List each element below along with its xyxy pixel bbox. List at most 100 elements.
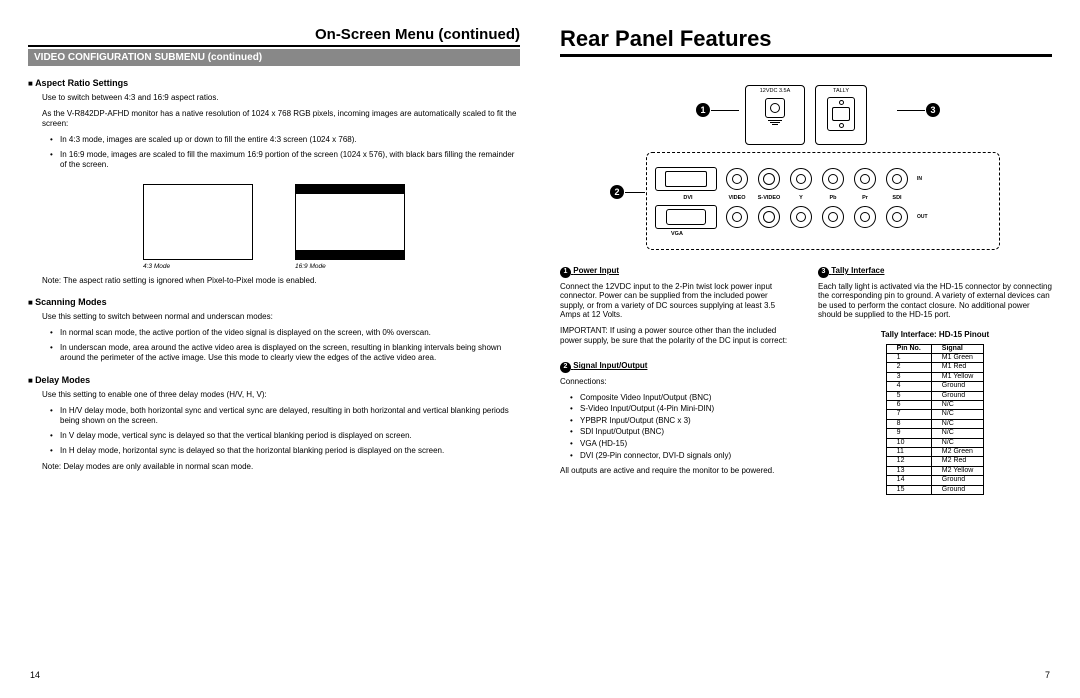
svideo-icon [758,168,780,190]
diagram-16-9 [295,184,405,260]
power-connector-box: 12VDC 3.5A [745,85,805,145]
table-row: 13M2 Yellow [886,466,984,475]
th-signal: Signal [931,344,984,353]
pinout-title: Tally Interface: HD-15 Pinout [818,330,1052,340]
bnc-icon [790,168,812,190]
list-item: In V delay mode, vertical sync is delaye… [50,431,520,441]
table-row: 1M1 Green [886,354,984,363]
delay-heading: Delay Modes [28,375,520,385]
right-page: Rear Panel Features 1 3 2 12VDC 3.5A TAL… [560,24,1052,495]
callout-2-icon: 2 [610,185,624,199]
power-jack-icon [765,98,785,118]
list-item: In normal scan mode, the active portion … [50,328,520,338]
pinout-table: Pin No.Signal 1M1 Green 2M1 Red 3M1 Yell… [886,344,985,495]
list-item: In underscan mode, area around the activ… [50,343,520,363]
aspect-note: Note: The aspect ratio setting is ignore… [42,276,520,285]
power-heading: Power Input [573,266,619,275]
list-item: In 4:3 mode, images are scaled up or dow… [50,135,520,145]
list-item: In H delay mode, horizontal sync is dela… [50,446,520,456]
scanning-intro: Use this setting to switch between norma… [42,312,520,322]
caption-4-3: 4:3 Mode [143,263,253,270]
page-title-left: On-Screen Menu (continued) [28,24,520,45]
delay-bullets: In H/V delay mode, both horizontal sync … [50,406,520,456]
signal-heading: Signal Input/Output [573,361,647,370]
bnc-icon [822,168,844,190]
signal-bullets: Composite Video Input/Output (BNC) S-Vid… [570,393,794,461]
table-row: 12M2 Red [886,457,984,466]
conn-label: S-VIDEO [753,195,785,201]
callout-1-icon: 1 [696,103,710,117]
table-row: 7N/C [886,410,984,419]
conn-label: Y [785,195,817,201]
table-row: 6N/C [886,401,984,410]
ground-icon [768,120,782,130]
list-item: S-Video Input/Output (4-Pin Mini-DIN) [570,404,794,414]
conn-label: DVI [655,195,721,201]
table-row: 5Ground [886,391,984,400]
table-row: 9N/C [886,429,984,438]
rear-panel-diagram: 1 3 2 12VDC 3.5A TALLY [586,85,1026,250]
out-label: OUT [917,214,928,220]
table-row: 11M2 Green [886,447,984,456]
aspect-bullets: In 4:3 mode, images are scaled up or dow… [50,135,520,170]
list-item: In H/V delay mode, both horizontal sync … [50,406,520,426]
conn-label: VIDEO [721,195,753,201]
svideo-icon [758,206,780,228]
tally-heading: Tally Interface [831,266,884,275]
th-pin: Pin No. [886,344,931,353]
delay-note: Note: Delay modes are only available in … [42,462,520,471]
callout-3-badge: 3 [818,267,829,278]
callout-2-badge: 2 [560,362,571,373]
section-title-band: VIDEO CONFIGURATION SUBMENU (continued) [28,45,520,66]
aspect-heading: Aspect Ratio Settings [28,78,520,88]
tally-connector-box: TALLY [815,85,867,145]
conn-label: Pr [849,195,881,201]
scanning-bullets: In normal scan mode, the active portion … [50,328,520,363]
bnc-icon [886,168,908,190]
vga-connector-icon [655,205,717,229]
aspect-intro: Use to switch between 4:3 and 16:9 aspec… [42,93,520,103]
title-rule-right [560,54,1052,57]
table-row: 3M1 Yellow [886,372,984,381]
tally-label: TALLY [833,88,849,94]
page-number-left: 14 [30,670,40,680]
bnc-icon [854,206,876,228]
conn-label: SDI [881,195,913,201]
list-item: YPBPR Input/Output (BNC x 3) [570,416,794,426]
power-p2: IMPORTANT: If using a power source other… [560,326,794,345]
table-row: 2M1 Red [886,363,984,372]
db15-icon [827,97,855,131]
table-row: Pin No.Signal [886,344,984,353]
vga-label: VGA [671,231,991,237]
tally-p1: Each tally light is activated via the HD… [818,282,1052,320]
page-number-right: 7 [1045,670,1050,680]
table-row: 14Ground [886,476,984,485]
power-p1: Connect the 12VDC input to the 2-Pin twi… [560,282,794,320]
callout-3-icon: 3 [926,103,940,117]
scanning-heading: Scanning Modes [28,297,520,307]
diagram-4-3 [143,184,253,260]
signal-p1: Connections: [560,377,794,387]
tally-section: 3 Tally Interface Each tally light is ac… [818,266,1052,495]
bnc-icon [726,168,748,190]
dvi-connector-icon [655,167,717,191]
signal-p2: All outputs are active and require the m… [560,466,794,476]
io-panel: IN DVI VIDEO S-VIDEO Y Pb Pr SDI [646,152,1000,250]
table-row: 10N/C [886,438,984,447]
bnc-icon [886,206,908,228]
bnc-icon [854,168,876,190]
aspect-para: As the V-R842DP-AFHD monitor has a nativ… [42,109,520,129]
caption-16-9: 16:9 Mode [295,263,405,270]
bnc-icon [726,206,748,228]
aspect-diagrams: 4:3 Mode 16:9 Mode [28,184,520,270]
callout-1-badge: 1 [560,267,571,278]
table-row: 8N/C [886,419,984,428]
page-title-right: Rear Panel Features [560,24,1052,54]
table-row: 4Ground [886,382,984,391]
left-page: On-Screen Menu (continued) VIDEO CONFIGU… [28,24,520,495]
bnc-icon [790,206,812,228]
submenu-band: VIDEO CONFIGURATION SUBMENU (continued) [28,49,520,66]
list-item: SDI Input/Output (BNC) [570,427,794,437]
list-item: Composite Video Input/Output (BNC) [570,393,794,403]
list-item: In 16:9 mode, images are scaled to fill … [50,150,520,170]
